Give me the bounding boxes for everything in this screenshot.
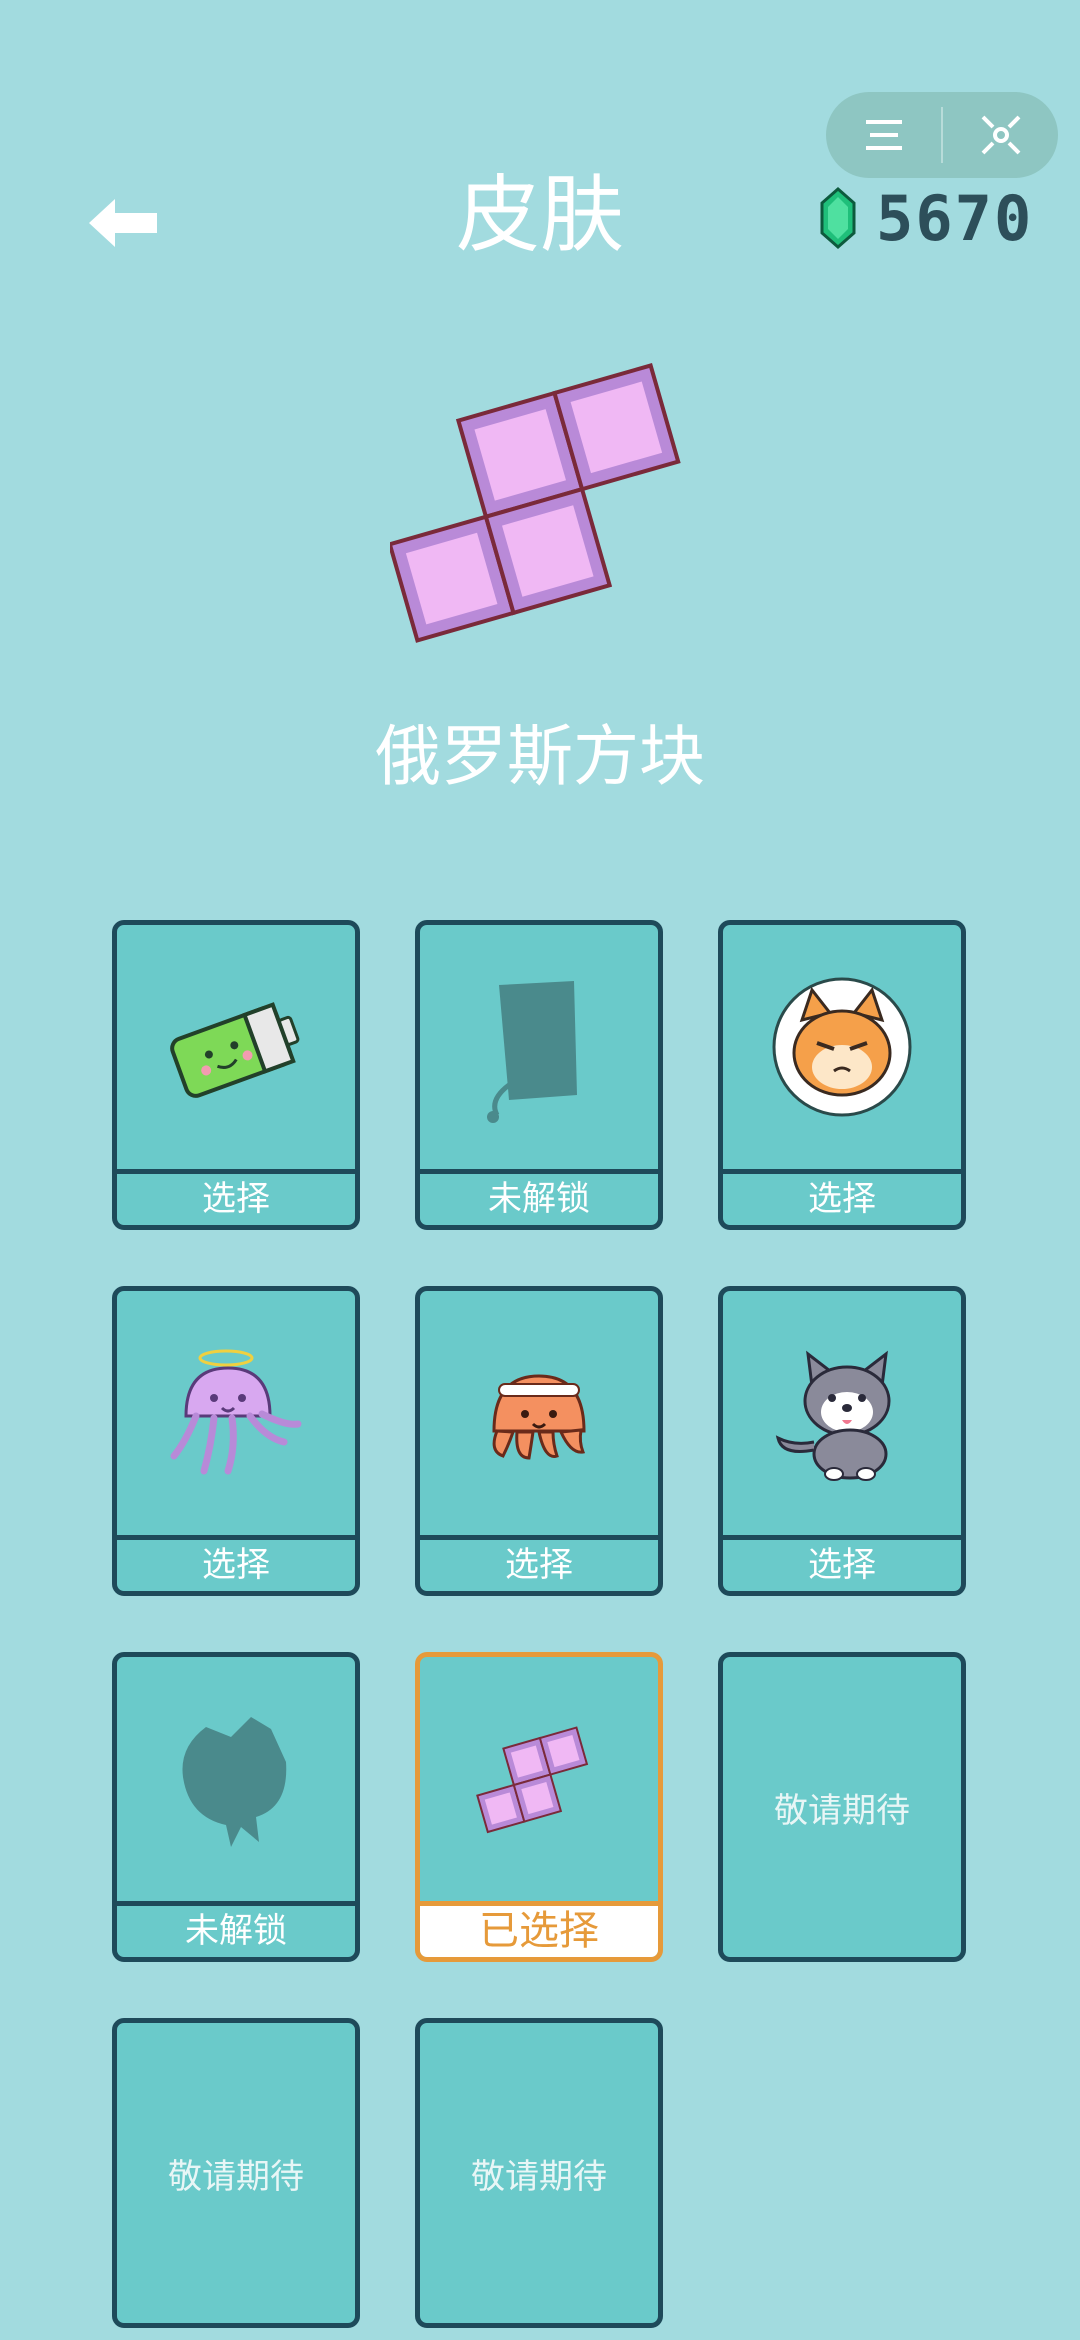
tetris-skin-icon	[476, 1726, 589, 1834]
octopus-character-icon	[492, 1374, 586, 1460]
close-button[interactable]	[943, 92, 1058, 178]
skin-card-locked[interactable]: 未解锁	[415, 920, 663, 1230]
skin-card-battery[interactable]: 选择	[112, 920, 360, 1230]
skin-card-coming-soon: 敬请期待	[112, 2018, 360, 2328]
skin-select-button[interactable]: 选择	[723, 1169, 961, 1225]
skin-art	[117, 1291, 355, 1541]
skin-select-button[interactable]: 选择	[117, 1535, 355, 1591]
skin-name: 俄罗斯方块	[375, 718, 705, 795]
coming-soon-label: 敬请期待	[168, 2156, 304, 2197]
skin-card-jellyfish[interactable]: 选择	[112, 1286, 360, 1596]
currency-display: 5670	[820, 178, 1033, 258]
skin-art	[420, 1657, 658, 1907]
skin-select-button[interactable]: 选择	[723, 1535, 961, 1591]
coming-soon-label: 敬请期待	[774, 1790, 910, 1831]
currency-value: 5670	[876, 181, 1034, 255]
skin-card-tetris[interactable]: 已选择	[415, 1652, 663, 1962]
husky-character-icon	[775, 1350, 891, 1481]
locked-silhouette-icon	[487, 981, 577, 1123]
back-arrow-icon	[89, 199, 157, 247]
coming-soon-label: 敬请期待	[471, 2156, 607, 2197]
skin-locked-label: 未解锁	[117, 1901, 355, 1957]
menu-button[interactable]	[826, 92, 941, 178]
locked-silhouette-icon	[182, 1717, 287, 1847]
skin-art	[117, 925, 355, 1175]
skin-card-husky[interactable]: 选择	[718, 1286, 966, 1596]
back-button[interactable]	[78, 178, 168, 268]
skin-locked-label: 未解锁	[420, 1169, 658, 1225]
skin-selected-label: 已选择	[420, 1901, 658, 1957]
skin-card-cat[interactable]: 选择	[718, 920, 966, 1230]
skin-select-button[interactable]: 选择	[117, 1169, 355, 1225]
tetris-preview-icon	[390, 363, 681, 643]
menu-capsule	[826, 92, 1058, 178]
skin-select-button[interactable]: 选择	[420, 1535, 658, 1591]
skin-card-locked-creature[interactable]: 未解锁	[112, 1652, 360, 1962]
close-icon	[981, 115, 1020, 155]
skin-art	[723, 925, 961, 1175]
battery-character-icon	[170, 1002, 300, 1098]
skin-card-coming-soon: 敬请期待	[415, 2018, 663, 2328]
skin-card-octopus[interactable]: 选择	[415, 1286, 663, 1596]
gem-icon	[820, 187, 856, 249]
cat-character-icon	[772, 977, 912, 1117]
page-title: 皮肤	[455, 166, 624, 264]
skin-art	[420, 1291, 658, 1541]
jellyfish-character-icon	[170, 1349, 302, 1475]
skin-art	[420, 925, 658, 1175]
skin-art	[723, 1291, 961, 1541]
skin-card-coming-soon: 敬请期待	[718, 1652, 966, 1962]
skin-art	[117, 1657, 355, 1907]
menu-icon	[865, 120, 902, 150]
